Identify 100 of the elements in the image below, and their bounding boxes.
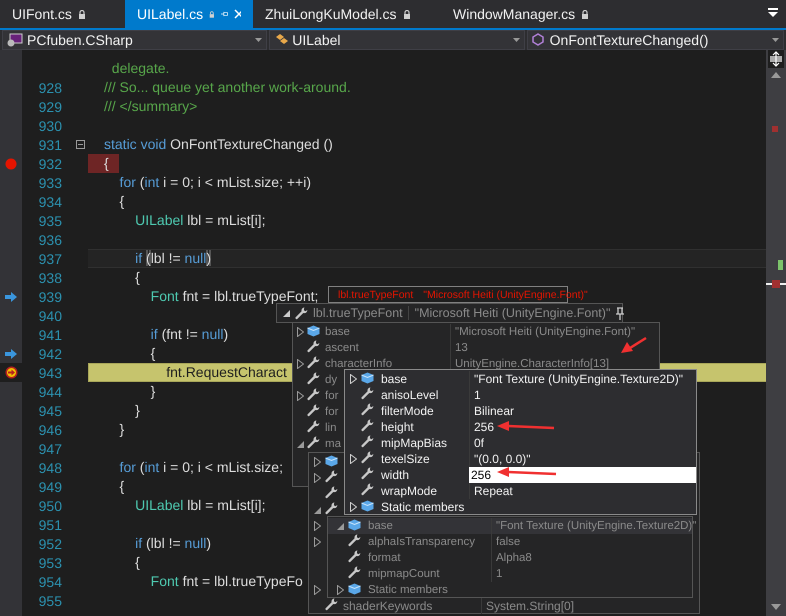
expression-text: lbl.trueTypeFont [338,288,414,300]
code-line: for (int i = 0; i < mList.size; ++i) [118,173,311,192]
collapse-triangle-icon[interactable] [283,310,290,316]
member-name: dy [325,374,338,386]
line-number: 929 [38,98,62,114]
member-value: 13 [450,340,468,356]
member-name: ascent [325,342,359,354]
expand-triangle-icon[interactable] [296,359,304,369]
cube-icon [361,500,374,512]
line-number: 953 [38,554,62,570]
scroll-down-icon[interactable] [771,604,781,610]
line-number: 930 [38,118,62,134]
wrench-icon [361,467,374,480]
wrench-icon [361,403,374,416]
member-name: lin [325,422,337,434]
code-line: { [118,477,124,496]
vertical-scrollbar[interactable] [766,50,786,616]
file-tab[interactable]: ZhuiLongKuModel.cs [253,0,441,28]
code-line: } [150,382,156,401]
line-number: 934 [38,194,62,210]
project-icon [7,33,23,47]
expand-triangle-icon[interactable] [350,374,356,384]
wrench-icon [307,388,320,401]
wrench-icon [307,404,320,417]
expand-triangle-icon[interactable] [336,585,344,595]
wrench-icon [325,502,338,515]
member-name: ma [325,438,341,450]
member-name: base [381,372,408,386]
scroll-up-icon[interactable] [771,72,781,78]
collapse-triangle-icon[interactable] [296,440,304,448]
collapse-icon[interactable] [76,140,85,149]
line-number: 939 [38,288,62,304]
code-line: { [134,553,140,572]
expand-triangle-icon[interactable] [314,585,320,595]
type-dropdown[interactable]: UILabel [269,30,525,50]
member-name: for [325,390,338,402]
breakpoint-icon[interactable] [5,158,17,170]
member-value: false [491,534,520,550]
collapse-triangle-icon[interactable] [314,506,320,514]
expand-triangle-icon[interactable] [314,537,320,547]
code-line: for (int i = 0; i < mList.size; [118,458,283,477]
member-name: for [325,406,338,418]
line-number: 948 [38,460,62,476]
code-line: if (lbl != null) [134,534,211,553]
value-input[interactable]: 256 [469,467,696,483]
line-number: 942 [38,346,62,362]
line-number: 943 [38,364,62,380]
member-value: 256 [469,419,494,435]
wrench-icon [325,470,338,483]
file-tab[interactable]: UILabel.cs [125,0,253,28]
dropdown-caret-icon[interactable] [255,38,262,42]
wrench-icon [361,435,374,448]
project-dropdown[interactable]: PCfuben.CSharp [2,30,268,50]
member-row[interactable]: Static members [328,582,692,598]
expand-triangle-icon[interactable] [296,391,304,401]
expand-triangle-icon[interactable] [314,521,320,531]
line-number: 933 [38,174,62,190]
member-row[interactable]: format Alpha8 [328,550,692,566]
value-text: "Microsoft Heiti (UnityEngine.Font)" [408,306,610,320]
split-icon[interactable] [768,50,784,68]
dropdown-caret-icon[interactable] [512,38,520,42]
code-line: fnt.RequestCharact [165,363,287,382]
wrench-icon [348,534,361,547]
file-tab[interactable]: WindowManager.cs [441,0,619,28]
wrench-icon [307,340,320,353]
line-number: 931 [38,136,62,152]
line-number: 955 [38,592,62,608]
member-value: Bilinear [469,403,514,419]
wrench-icon [325,598,338,611]
collapse-triangle-icon[interactable] [336,522,344,530]
member-value: 1 [491,566,502,582]
expand-triangle-icon[interactable] [314,473,320,483]
member-value: "Font Texture (UnityEngine.Texture2D)" [491,518,696,534]
member-dropdown[interactable]: OnFontTextureChanged() [526,30,784,50]
expand-triangle-icon[interactable] [314,457,320,467]
close-icon[interactable] [234,9,242,19]
file-tab[interactable]: UIFont.cs [0,0,125,28]
member-row[interactable]: mipmapCount 1 [328,566,692,582]
line-number: 952 [38,536,62,552]
member-name: base [368,520,393,532]
expand-triangle-icon[interactable] [296,327,304,337]
member-name: filterMode [381,404,434,418]
member-value: "Font Texture (UnityEngine.Texture2D)" [469,371,684,387]
breakpoint-marker [772,126,778,132]
line-number: 936 [38,232,62,248]
line-number: 945 [38,402,62,418]
wrench-icon [348,550,361,563]
line-number: 946 [38,422,62,438]
code-line: } [134,401,140,420]
dropdown-caret-icon[interactable] [772,38,779,42]
expand-triangle-icon[interactable] [350,454,356,464]
line-number: 932 [38,156,62,172]
expand-triangle-icon[interactable] [350,502,356,512]
wrench-icon [307,420,320,433]
tab-menu-icon[interactable] [768,8,778,18]
code-line: Font fnt = lbl.trueTypeFont; [150,287,318,306]
member-row[interactable]: alphaIsTransparency false [328,534,692,550]
wrench-icon [307,356,320,369]
wrench-icon [325,486,338,499]
pin-icon[interactable] [615,306,626,320]
